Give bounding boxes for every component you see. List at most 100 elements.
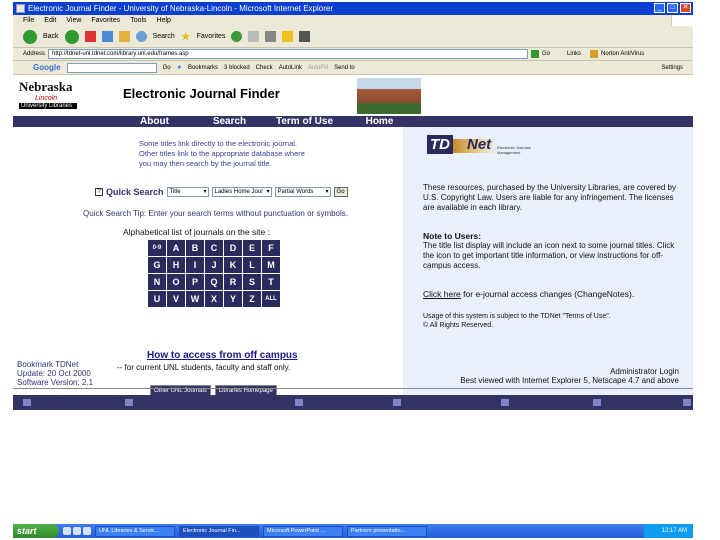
alpha-q[interactable]: Q	[205, 274, 223, 290]
bookmarks-star-icon[interactable]: ★	[177, 64, 182, 71]
tdnet-logo-net: Net	[467, 136, 492, 153]
alpha-t[interactable]: T	[262, 274, 280, 290]
autolink-button[interactable]: AutoLink	[279, 65, 302, 71]
alpha-m[interactable]: M	[262, 257, 280, 273]
alpha-l[interactable]: L	[243, 257, 261, 273]
go-arrow-icon[interactable]	[531, 50, 540, 58]
print-icon[interactable]	[265, 31, 277, 42]
alpha-x[interactable]: X	[205, 291, 223, 307]
ie-quicklaunch-icon[interactable]	[63, 527, 71, 535]
task-unl-libraries[interactable]: UNL Libraries & Servic...	[95, 525, 175, 537]
nav-search[interactable]: Search	[192, 116, 267, 127]
footer-left: Bookmark TDNet Update: 20 Oct 2000 Softw…	[17, 360, 93, 387]
alpha-e[interactable]: E	[243, 240, 261, 256]
window-titlebar[interactable]: Electronic Journal Finder - University o…	[13, 2, 693, 15]
nav-terms[interactable]: Term of Use	[267, 116, 342, 127]
alpha-a[interactable]: A	[167, 240, 185, 256]
alpha-k[interactable]: K	[224, 257, 242, 273]
help-icon[interactable]: ?	[95, 188, 103, 196]
alpha-v[interactable]: V	[167, 291, 185, 307]
alpha-c[interactable]: C	[205, 240, 223, 256]
spell-check-button[interactable]: Check	[256, 65, 273, 71]
click-here-link[interactable]: Click here	[423, 289, 461, 299]
search-field-select[interactable]: Title	[166, 187, 209, 197]
menu-help[interactable]: Help	[157, 17, 171, 24]
alpha-g[interactable]: G	[148, 257, 166, 273]
alpha-p[interactable]: P	[186, 274, 204, 290]
left-chrome	[0, 0, 13, 520]
match-mode-select[interactable]: Partial Words	[274, 187, 331, 197]
task-journal-finder[interactable]: Electronic Journal Fin...	[179, 525, 259, 537]
alpha-y[interactable]: Y	[224, 291, 242, 307]
back-button-label[interactable]: Back	[43, 33, 59, 40]
alpha-n[interactable]: N	[148, 274, 166, 290]
mail-icon[interactable]	[248, 31, 260, 42]
messenger-icon[interactable]	[299, 31, 311, 42]
back-arrow-icon[interactable]	[23, 29, 37, 44]
outlook-quicklaunch-icon[interactable]	[83, 527, 91, 535]
intro-text: Some titles link directly to the electro…	[139, 139, 339, 169]
history-icon[interactable]	[231, 31, 243, 42]
search-icon[interactable]	[135, 31, 147, 42]
update-date: Update: 20 Oct 2000	[17, 369, 91, 378]
menu-file[interactable]: File	[23, 17, 34, 24]
send-to-button[interactable]: Send to	[334, 65, 355, 71]
alpha-all[interactable]: ALL	[262, 291, 280, 307]
maximize-icon[interactable]: □	[667, 3, 678, 13]
unl-logo[interactable]: Nebraska Lincoln University Libraries	[19, 79, 77, 115]
alpha-0-9[interactable]: 0-9	[148, 240, 166, 256]
desktop-quicklaunch-icon[interactable]	[73, 527, 81, 535]
alpha-i[interactable]: I	[186, 257, 204, 273]
quick-search-go-button[interactable]: Go	[333, 187, 348, 197]
refresh-icon[interactable]	[101, 31, 113, 42]
bookmark-link[interactable]: Bookmark TDNet	[17, 360, 93, 369]
nav-about[interactable]: About	[117, 116, 192, 127]
menu-view[interactable]: View	[66, 17, 81, 24]
web-page: Nebraska Lincoln University Libraries El…	[13, 76, 693, 520]
google-settings-button[interactable]: Settings	[661, 65, 683, 71]
links-label[interactable]: Links	[567, 51, 581, 57]
off-campus-access-link[interactable]: How to access from off campus	[147, 350, 298, 361]
go-button-label[interactable]: Go	[542, 51, 550, 57]
nav-home[interactable]: Home	[342, 116, 417, 127]
close-icon[interactable]: ✕	[680, 3, 691, 13]
search-terms-input[interactable]: Ladies Home Jour	[211, 187, 272, 197]
address-input[interactable]: http://tdnet-unl.tdnet.com/library.unl.e…	[48, 49, 529, 59]
alpha-s[interactable]: S	[243, 274, 261, 290]
task-partners[interactable]: Partners presentatio...	[347, 525, 427, 537]
bookmarks-menu[interactable]: Bookmarks	[188, 65, 218, 71]
menu-edit[interactable]: Edit	[44, 17, 56, 24]
minimize-icon[interactable]: _	[654, 3, 665, 13]
google-search-input[interactable]	[66, 62, 157, 73]
norton-label[interactable]: Norton AntiVirus	[601, 51, 644, 57]
alpha-d[interactable]: D	[224, 240, 242, 256]
task-powerpoint[interactable]: Microsoft PowerPoint ...	[263, 525, 343, 537]
favorites-button-label[interactable]: Favorites	[197, 33, 226, 40]
favorites-star-icon[interactable]: ★	[181, 30, 191, 43]
menu-favorites[interactable]: Favorites	[91, 17, 120, 24]
best-viewed-note: Best viewed with Internet Explorer 5, Ne…	[460, 376, 679, 385]
admin-login-link[interactable]: Administrator Login	[460, 367, 679, 376]
folder-icon[interactable]	[282, 31, 294, 42]
stop-icon[interactable]	[84, 31, 96, 42]
menu-tools[interactable]: Tools	[130, 17, 146, 24]
alpha-o[interactable]: O	[167, 274, 185, 290]
google-go-button[interactable]: Go	[163, 65, 171, 71]
search-button-label[interactable]: Search	[153, 33, 175, 40]
quick-search-label: Quick Search	[106, 187, 164, 197]
forward-arrow-icon[interactable]	[64, 29, 79, 44]
start-button[interactable]: start	[13, 524, 59, 538]
home-icon[interactable]	[118, 31, 130, 42]
alpha-f[interactable]: F	[262, 240, 280, 256]
alpha-j[interactable]: J	[205, 257, 223, 273]
alpha-h[interactable]: H	[167, 257, 185, 273]
alpha-r[interactable]: R	[224, 274, 242, 290]
tdnet-logo[interactable]: TD Net Electronic Journals Management	[427, 135, 547, 161]
alpha-z[interactable]: Z	[243, 291, 261, 307]
band-marker	[501, 399, 509, 406]
alpha-u[interactable]: U	[148, 291, 166, 307]
alpha-b[interactable]: B	[186, 240, 204, 256]
autofill-button[interactable]: AutoFill	[308, 65, 328, 71]
alpha-w[interactable]: W	[186, 291, 204, 307]
popup-blocked-label[interactable]: 3 blocked	[224, 65, 250, 71]
